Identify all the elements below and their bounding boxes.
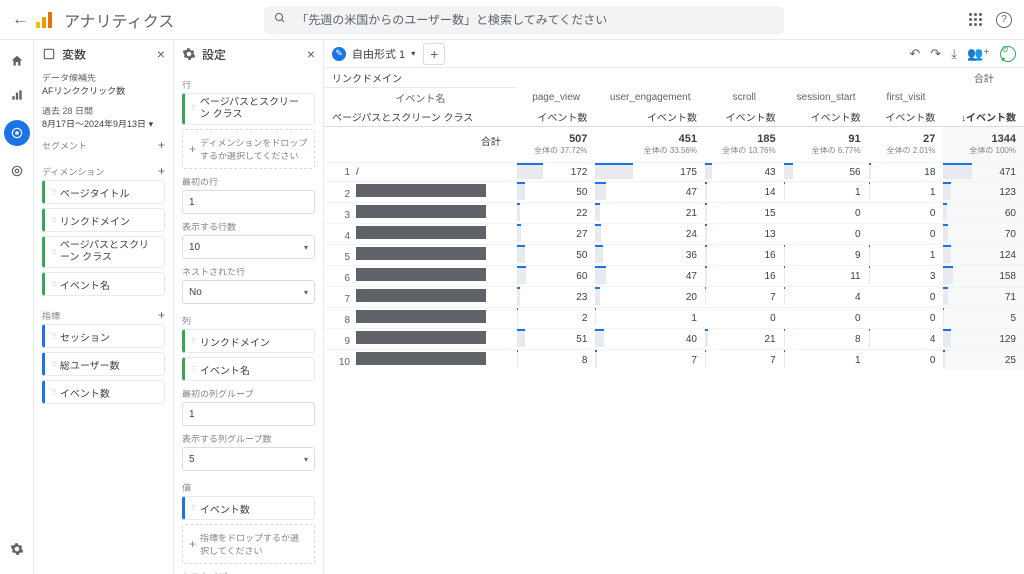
nav-advertising-icon[interactable]	[8, 162, 26, 180]
table-row[interactable]: 1/172175435618471	[324, 163, 1024, 182]
add-tab-button[interactable]: +	[423, 43, 445, 65]
canvas-area: ✎ 自由形式 1 ▾ + ↶ ↷ ⤓ 👥⁺ ⊘ ▾ リンクドメイン合計 イベント…	[324, 40, 1024, 574]
search-input[interactable]: 「先週の米国からのユーザー数」と検索してみてください	[264, 6, 784, 34]
table-row[interactable]: 250471411123	[324, 182, 1024, 203]
undo-icon[interactable]: ↶	[909, 46, 920, 62]
table-row[interactable]: 42724130070	[324, 224, 1024, 245]
nav-explore-icon[interactable]	[4, 120, 30, 146]
value-metric-chip[interactable]: ⠿イベント数	[182, 496, 315, 520]
nav-rail	[0, 40, 34, 574]
table-row[interactable]: 32221150060	[324, 203, 1024, 224]
download-icon[interactable]: ⤓	[951, 46, 957, 62]
date-range-picker[interactable]: 過去 28 日間 8月17日～2024年9月13日 ▾	[42, 105, 165, 130]
dimension-chip[interactable]: ⠿イベント名	[42, 272, 165, 296]
nav-home-icon[interactable]	[8, 52, 26, 70]
metric-chip[interactable]: ⠿総ユーザー数	[42, 352, 165, 376]
row-dimension-dropzone[interactable]: +ディメンションをドロップするか選択してください	[182, 129, 315, 169]
sampling-icon[interactable]: ⊘ ▾	[1000, 46, 1016, 62]
dimension-chip[interactable]: ⠿リンクドメイン	[42, 208, 165, 232]
apps-grid-icon[interactable]	[969, 13, 982, 26]
close-icon[interactable]: ×	[157, 46, 165, 62]
back-arrow-icon[interactable]: ←	[12, 11, 28, 29]
metric-chip[interactable]: ⠿セッション	[42, 324, 165, 348]
dimension-chip[interactable]: ⠿ページタイトル	[42, 180, 165, 204]
search-icon	[274, 12, 286, 27]
share-icon[interactable]: 👥⁺	[967, 46, 990, 62]
nested-rows-select[interactable]: No▾	[182, 280, 315, 304]
show-col-groups-select[interactable]: 5▾	[182, 447, 315, 471]
value-metric-dropzone[interactable]: +指標をドロップするか選択してください	[182, 524, 315, 564]
add-dimension-button[interactable]: +	[158, 164, 165, 178]
col-dimension-chip[interactable]: ⠿リンクドメイン	[182, 329, 315, 353]
add-segment-button[interactable]: +	[158, 138, 165, 152]
start-row-select[interactable]: 1	[182, 190, 315, 214]
table-row[interactable]: 550361691124	[324, 245, 1024, 266]
col-dimension-chip[interactable]: ⠿イベント名	[182, 357, 315, 381]
settings-panel: 設定 × 行 ⠿ページパスとスクリーン クラス +ディメンションをドロップするか…	[174, 40, 324, 574]
row-dimension-chip[interactable]: ⠿ページパスとスクリーン クラス	[182, 93, 315, 125]
pencil-icon: ✎	[332, 47, 346, 61]
start-col-group-select[interactable]: 1	[182, 402, 315, 426]
metric-chip[interactable]: ⠿イベント数	[42, 380, 165, 404]
nav-settings-icon[interactable]	[8, 540, 26, 558]
analytics-logo-icon	[36, 12, 52, 28]
table-row[interactable]: 6604716113158	[324, 266, 1024, 287]
table-row[interactable]: 8210005	[324, 308, 1024, 329]
app-title: アナリティクス	[64, 8, 174, 32]
variables-panel: 変数 × データ候補先 AFリンククリック数 過去 28 日間 8月17日～20…	[34, 40, 174, 574]
table-row[interactable]: 951402184129	[324, 329, 1024, 350]
table-row[interactable]: 7232074071	[324, 287, 1024, 308]
add-metric-button[interactable]: +	[158, 308, 165, 322]
close-icon[interactable]: ×	[307, 46, 315, 62]
variables-title: 変数	[62, 46, 86, 63]
dimension-chip[interactable]: ⠿ページパスとスクリーン クラス	[42, 236, 165, 268]
table-row[interactable]: 108771025	[324, 350, 1024, 371]
redo-icon[interactable]: ↷	[930, 46, 941, 62]
app-header: ← アナリティクス 「先週の米国からのユーザー数」と検索してみてください ?	[0, 0, 1024, 40]
help-icon[interactable]: ?	[996, 12, 1012, 28]
settings-title: 設定	[202, 46, 226, 63]
show-rows-select[interactable]: 10▾	[182, 235, 315, 259]
nav-reports-icon[interactable]	[8, 86, 26, 104]
tab-freeform-1[interactable]: ✎ 自由形式 1 ▾	[332, 46, 415, 62]
explore-table: リンクドメイン合計 イベント名 page_view user_engagemen…	[324, 68, 1024, 370]
